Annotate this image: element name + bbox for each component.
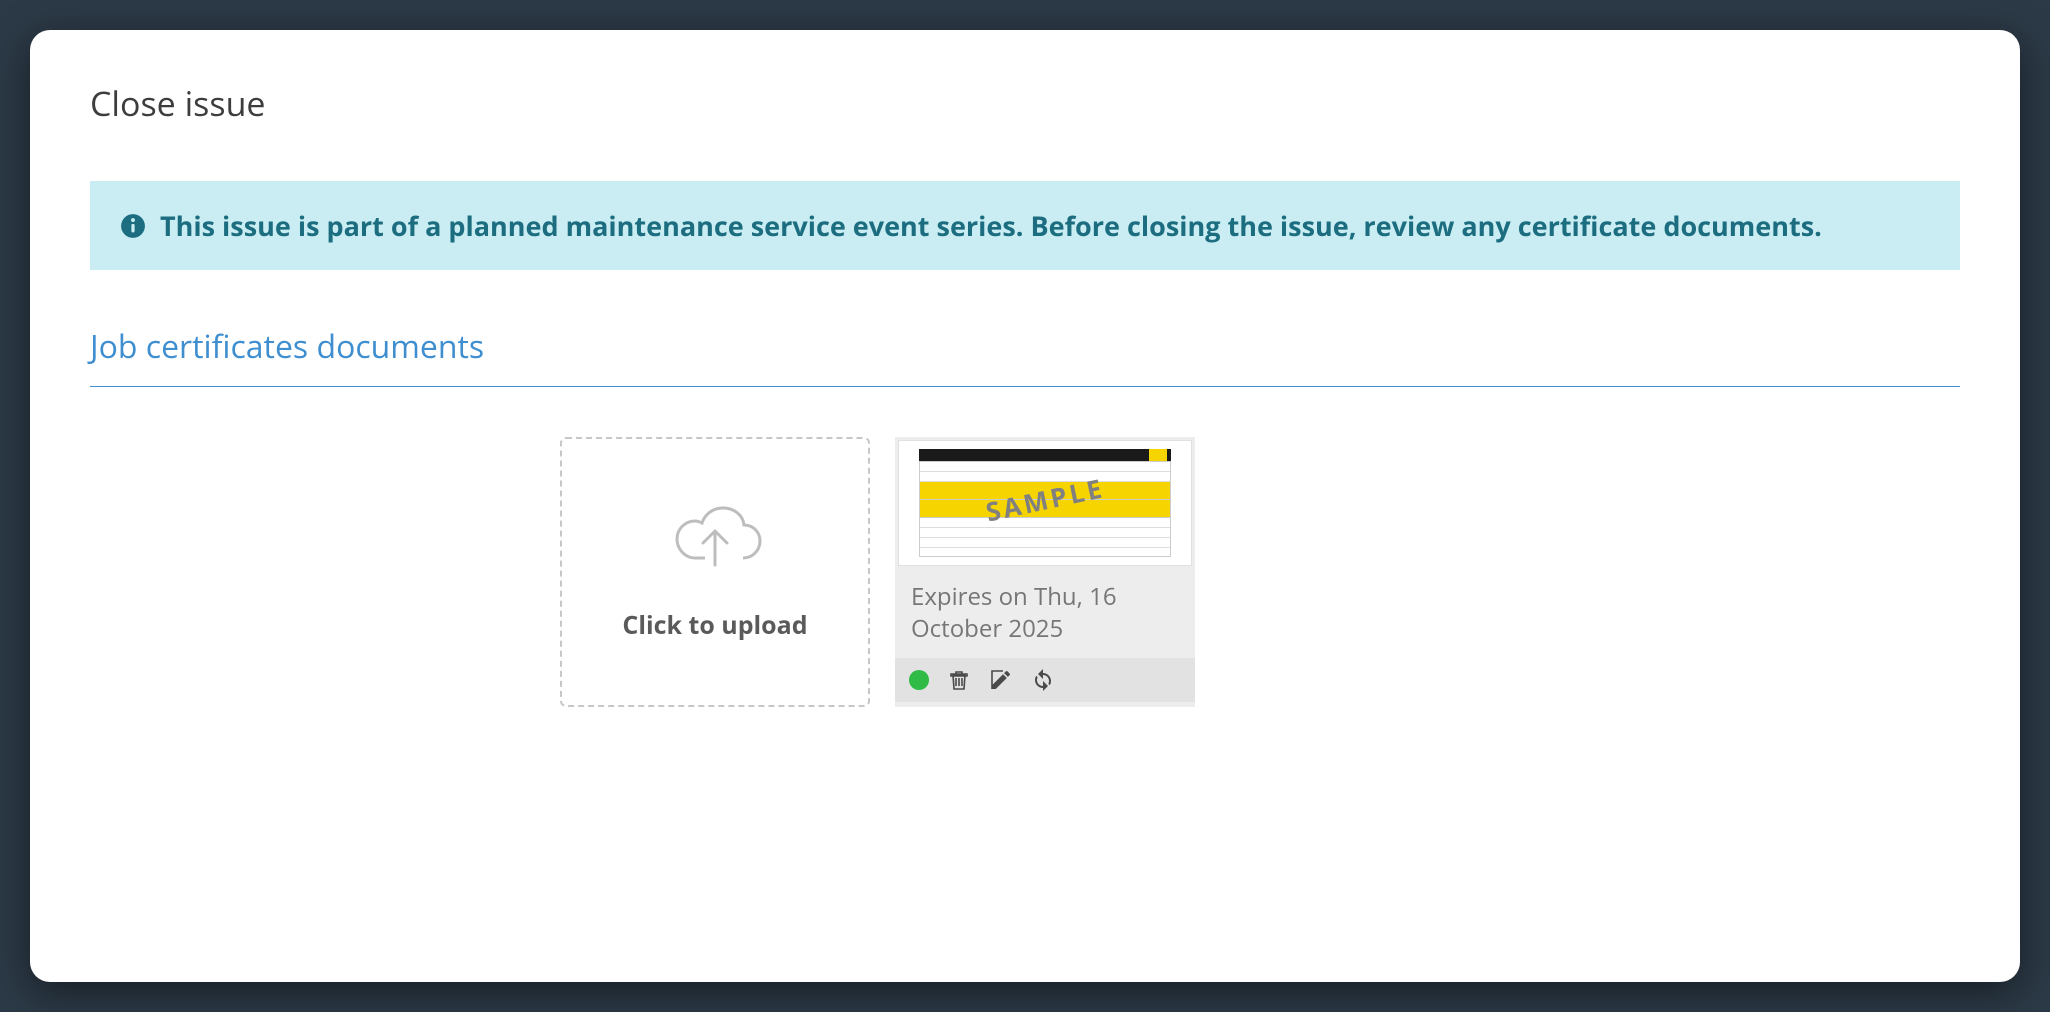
edit-icon[interactable] — [989, 668, 1013, 692]
status-indicator-dot — [909, 670, 929, 690]
cloud-upload-icon — [665, 503, 765, 578]
section-heading-job-certificates: Job certificates documents — [90, 325, 1960, 387]
alert-info-icon — [120, 213, 146, 239]
document-thumbnail[interactable]: SAMPLE — [898, 440, 1192, 566]
upload-label: Click to upload — [622, 608, 807, 642]
info-alert-banner: This issue is part of a planned maintena… — [90, 181, 1960, 270]
document-card: SAMPLE Expires on Thu, 16 October 2025 — [895, 437, 1195, 707]
modal-title: Close issue — [90, 80, 1960, 126]
refresh-icon[interactable] — [1031, 668, 1055, 692]
upload-dropzone[interactable]: Click to upload — [560, 437, 870, 707]
close-issue-modal: Close issue This issue is part of a plan… — [30, 30, 2020, 982]
alert-message: This issue is part of a planned maintena… — [160, 207, 1822, 244]
document-expiry-text: Expires on Thu, 16 October 2025 — [895, 569, 1195, 658]
certificate-preview: SAMPLE — [919, 449, 1171, 557]
document-actions-bar — [895, 658, 1195, 702]
delete-icon[interactable] — [947, 668, 971, 692]
documents-row: Click to upload — [90, 437, 1960, 707]
